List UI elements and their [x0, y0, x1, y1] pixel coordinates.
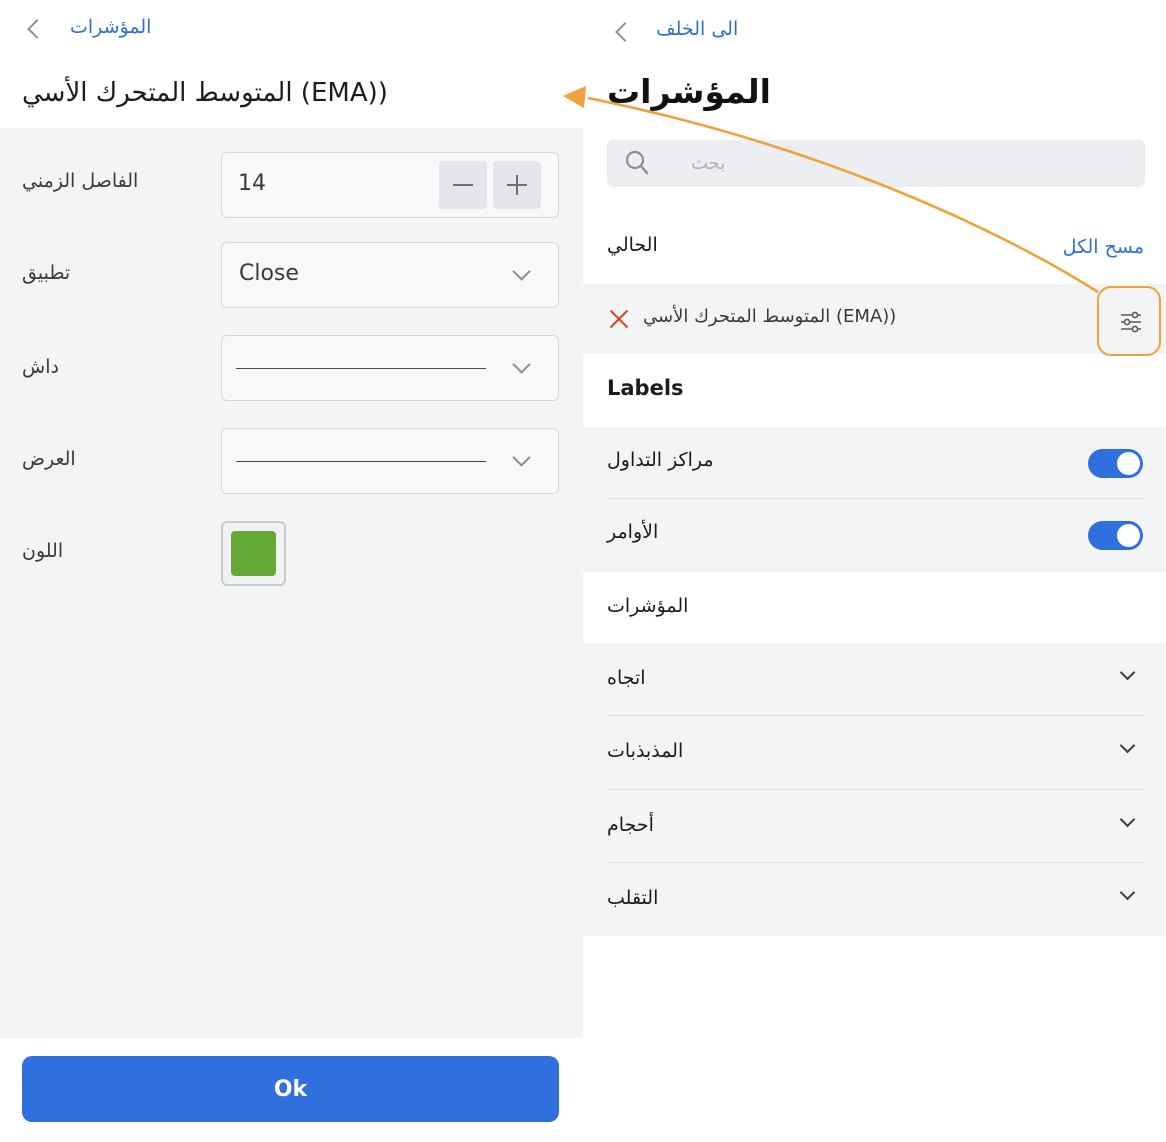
settings-header: المؤشرات المتوسط المتحرك الأسي (EMA)) — [0, 0, 583, 128]
settings-form: الفاصل الزمني 14 تطبيق Close داش العرض ا… — [0, 128, 583, 1038]
indicator-settings-panel: المؤشرات المتوسط المتحرك الأسي (EMA)) ال… — [0, 0, 583, 1142]
toggle-label: الأوامر — [607, 521, 659, 543]
increment-button[interactable] — [493, 161, 541, 209]
minus-icon — [453, 184, 473, 186]
category-volatility[interactable]: التقلب — [607, 863, 1143, 936]
apply-selected-value: Close — [239, 261, 299, 286]
period-value[interactable]: 14 — [238, 171, 266, 196]
current-section-label: الحالي — [607, 234, 658, 256]
chevron-down-icon — [512, 262, 531, 281]
active-indicator-row: المتوسط المتحرك الأسي (EMA)) — [583, 284, 1166, 356]
back-link[interactable]: الى الخلف — [656, 18, 738, 40]
orders-toggle[interactable] — [1088, 521, 1143, 550]
width-select[interactable] — [221, 428, 559, 494]
chevron-left-icon[interactable] — [27, 19, 47, 39]
category-label: المذبذبات — [607, 740, 684, 762]
positions-toggle[interactable] — [1088, 449, 1143, 478]
dash-style-preview — [236, 368, 486, 369]
dash-select[interactable] — [221, 335, 559, 401]
search-placeholder: بحث — [691, 153, 726, 174]
category-trend[interactable]: اتجاه — [607, 643, 1143, 716]
labels-toggle-list: مراكز التداول الأوامر — [583, 427, 1166, 572]
apply-label: تطبيق — [22, 262, 71, 284]
chevron-down-icon — [512, 448, 531, 467]
clear-all-link[interactable]: مسح الكل — [1063, 236, 1144, 258]
indicator-categories: اتجاه المذبذبات أحجام التقلب — [583, 643, 1166, 936]
ok-button[interactable]: Ok — [22, 1056, 559, 1122]
category-label: التقلب — [607, 887, 659, 909]
period-label: الفاصل الزمني — [22, 170, 139, 192]
width-label: العرض — [22, 448, 76, 470]
indicators-panel: الى الخلف المؤشرات بحث الحالي مسح الكل ا… — [583, 0, 1166, 1142]
settings-title: المتوسط المتحرك الأسي (EMA)) — [22, 78, 388, 108]
apply-select[interactable]: Close — [221, 242, 559, 308]
color-label: اللون — [22, 540, 64, 562]
search-icon — [625, 150, 649, 175]
search-input[interactable]: بحث — [607, 140, 1145, 187]
active-indicator-name[interactable]: المتوسط المتحرك الأسي (EMA)) — [643, 306, 896, 327]
category-label: اتجاه — [607, 667, 646, 689]
chevron-down-icon — [1119, 664, 1136, 681]
dash-label: داش — [22, 356, 59, 378]
chevron-down-icon — [1119, 811, 1136, 828]
chevron-down-icon — [1119, 737, 1136, 754]
chevron-down-icon — [512, 355, 531, 374]
toggle-row-positions: مراكز التداول — [607, 427, 1143, 499]
line-width-preview — [236, 461, 486, 462]
page-title: المؤشرات — [607, 72, 771, 111]
chevron-left-icon[interactable] — [615, 22, 635, 42]
close-icon[interactable] — [609, 309, 629, 329]
toggle-row-orders: الأوامر — [607, 499, 1143, 571]
category-volumes[interactable]: أحجام — [607, 790, 1143, 863]
category-label: أحجام — [607, 814, 654, 836]
settings-sliders-icon[interactable] — [1097, 286, 1161, 356]
labels-heading: Labels — [607, 376, 684, 400]
indicators-heading: المؤشرات — [607, 595, 689, 617]
color-picker[interactable] — [221, 521, 286, 586]
back-to-indicators-link[interactable]: المؤشرات — [70, 16, 151, 38]
settings-footer: Ok — [0, 1038, 583, 1142]
toggle-label: مراكز التداول — [607, 449, 714, 471]
category-oscillators[interactable]: المذبذبات — [607, 716, 1143, 789]
period-stepper[interactable]: 14 — [221, 152, 559, 218]
chevron-down-icon — [1119, 884, 1136, 901]
color-swatch — [231, 531, 276, 576]
decrement-button[interactable] — [439, 161, 487, 209]
